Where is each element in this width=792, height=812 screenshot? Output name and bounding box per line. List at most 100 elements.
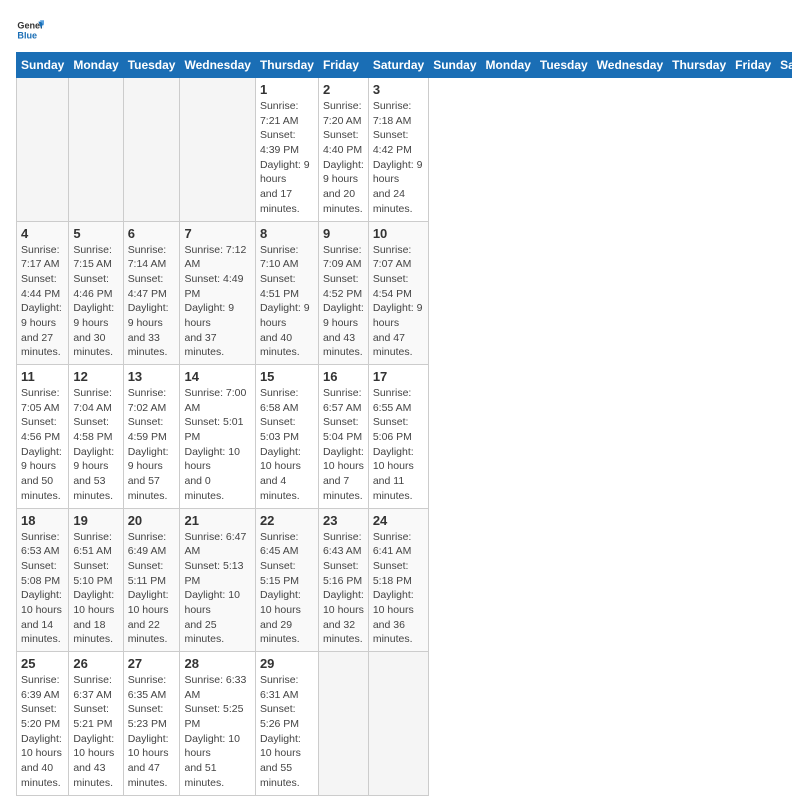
day-number: 11 [21, 369, 64, 384]
weekday-header: Saturday [368, 53, 428, 78]
calendar-week-row: 18 Sunrise: 6:53 AMSunset: 5:08 PMDayligh… [17, 508, 792, 652]
day-number: 15 [260, 369, 314, 384]
calendar-day-cell [123, 78, 180, 222]
calendar-day-cell: 29Sunrise: 6:31 AMSunset: 5:26 PMDayligh… [255, 652, 318, 796]
day-number: 3 [373, 82, 424, 97]
day-info: Sunrise: 6:53 AMSunset: 5:08 PMDaylight:… [21, 530, 64, 648]
calendar-week-row: 1Sunrise: 7:21 AMSunset: 4:39 PMDaylight… [17, 78, 792, 222]
day-number: 17 [373, 369, 424, 384]
calendar-day-cell: 9Sunrise: 7:09 AMSunset: 4:52 PMDaylight… [318, 221, 368, 365]
day-number: 21 [184, 513, 250, 528]
weekday-header: Monday [481, 53, 535, 78]
day-number: 24 [373, 513, 424, 528]
calendar-day-cell [69, 78, 123, 222]
day-info: Sunrise: 7:00 AMSunset: 5:01 PMDaylight:… [184, 386, 250, 504]
day-number: 28 [184, 656, 250, 671]
day-info: Sunrise: 6:58 AMSunset: 5:03 PMDaylight:… [260, 386, 314, 504]
weekday-header: Friday [318, 53, 368, 78]
day-info: Sunrise: 7:05 AMSunset: 4:56 PMDaylight:… [21, 386, 64, 504]
calendar-day-cell: 20Sunrise: 6:49 AMSunset: 5:11 PMDayligh… [123, 508, 180, 652]
day-info: Sunrise: 7:17 AMSunset: 4:44 PMDaylight:… [21, 243, 64, 361]
day-number: 6 [128, 226, 176, 241]
weekday-header: Wednesday [592, 53, 667, 78]
weekday-header: Saturday [776, 53, 792, 78]
calendar-week-row: 25Sunrise: 6:39 AMSunset: 5:20 PMDayligh… [17, 652, 792, 796]
day-info: Sunrise: 6:51 AMSunset: 5:10 PMDaylight:… [73, 530, 118, 648]
svg-text:Blue: Blue [17, 30, 37, 40]
day-number: 8 [260, 226, 314, 241]
weekday-header: Sunday [17, 53, 69, 78]
calendar-day-cell: 19Sunrise: 6:51 AMSunset: 5:10 PMDayligh… [69, 508, 123, 652]
calendar-day-cell: 17 Sunrise: 6:55 AMSunset: 5:06 PMDayligh… [368, 365, 428, 509]
calendar-week-row: 4Sunrise: 7:17 AMSunset: 4:44 PMDaylight… [17, 221, 792, 365]
page-header: General Blue [16, 16, 776, 44]
calendar-day-cell [180, 78, 255, 222]
calendar-day-cell: 18 Sunrise: 6:53 AMSunset: 5:08 PMDayligh… [17, 508, 69, 652]
day-info: Sunrise: 6:37 AMSunset: 5:21 PMDaylight:… [73, 673, 118, 791]
calendar-day-cell: 4Sunrise: 7:17 AMSunset: 4:44 PMDaylight… [17, 221, 69, 365]
day-number: 18 [21, 513, 64, 528]
day-info: Sunrise: 6:47 AMSunset: 5:13 PMDaylight:… [184, 530, 250, 648]
calendar-day-cell: 7 Sunrise: 7:12 AMSunset: 4:49 PMDaylight… [180, 221, 255, 365]
calendar-day-cell: 6Sunrise: 7:14 AMSunset: 4:47 PMDaylight… [123, 221, 180, 365]
day-number: 10 [373, 226, 424, 241]
weekday-header: Monday [69, 53, 123, 78]
logo: General Blue [16, 16, 44, 44]
weekday-header: Thursday [668, 53, 731, 78]
calendar-day-cell: 8 Sunrise: 7:10 AMSunset: 4:51 PMDaylight… [255, 221, 318, 365]
calendar-day-cell [368, 652, 428, 796]
day-number: 16 [323, 369, 364, 384]
weekday-header: Friday [731, 53, 776, 78]
day-number: 12 [73, 369, 118, 384]
calendar-week-row: 11 Sunrise: 7:05 AMSunset: 4:56 PMDayligh… [17, 365, 792, 509]
day-number: 7 [184, 226, 250, 241]
day-number: 14 [184, 369, 250, 384]
calendar-day-cell: 12 Sunrise: 7:04 AMSunset: 4:58 PMDayligh… [69, 365, 123, 509]
calendar-day-cell: 1Sunrise: 7:21 AMSunset: 4:39 PMDaylight… [255, 78, 318, 222]
calendar-day-cell: 2Sunrise: 7:20 AMSunset: 4:40 PMDaylight… [318, 78, 368, 222]
day-info: Sunrise: 7:12 AMSunset: 4:49 PMDaylight:… [184, 243, 250, 361]
day-info: Sunrise: 7:21 AMSunset: 4:39 PMDaylight:… [260, 99, 314, 217]
day-info: Sunrise: 7:10 AMSunset: 4:51 PMDaylight:… [260, 243, 314, 361]
weekday-header: Tuesday [535, 53, 592, 78]
day-info: Sunrise: 6:57 AMSunset: 5:04 PMDaylight:… [323, 386, 364, 504]
day-number: 2 [323, 82, 364, 97]
day-info: Sunrise: 6:41 AMSunset: 5:18 PMDaylight:… [373, 530, 424, 648]
day-info: Sunrise: 7:15 AMSunset: 4:46 PMDaylight:… [73, 243, 118, 361]
day-info: Sunrise: 6:43 AMSunset: 5:16 PMDaylight:… [323, 530, 364, 648]
day-info: Sunrise: 7:04 AMSunset: 4:58 PMDaylight:… [73, 386, 118, 504]
calendar-day-cell [318, 652, 368, 796]
calendar-day-cell: 13 Sunrise: 7:02 AMSunset: 4:59 PMDayligh… [123, 365, 180, 509]
day-number: 27 [128, 656, 176, 671]
calendar-day-cell: 23Sunrise: 6:43 AMSunset: 5:16 PMDayligh… [318, 508, 368, 652]
calendar-day-cell: 26 Sunrise: 6:37 AMSunset: 5:21 PMDayligh… [69, 652, 123, 796]
day-info: Sunrise: 7:07 AMSunset: 4:54 PMDaylight:… [373, 243, 424, 361]
weekday-header: Thursday [255, 53, 318, 78]
day-number: 13 [128, 369, 176, 384]
calendar-day-cell: 16 Sunrise: 6:57 AMSunset: 5:04 PMDayligh… [318, 365, 368, 509]
day-info: Sunrise: 6:39 AMSunset: 5:20 PMDaylight:… [21, 673, 64, 791]
calendar-day-cell: 3Sunrise: 7:18 AMSunset: 4:42 PMDaylight… [368, 78, 428, 222]
calendar-day-cell [17, 78, 69, 222]
day-info: Sunrise: 6:33 AMSunset: 5:25 PMDaylight:… [184, 673, 250, 791]
day-info: Sunrise: 7:02 AMSunset: 4:59 PMDaylight:… [128, 386, 176, 504]
calendar-day-cell: 15 Sunrise: 6:58 AMSunset: 5:03 PMDayligh… [255, 365, 318, 509]
weekday-header: Wednesday [180, 53, 255, 78]
day-number: 26 [73, 656, 118, 671]
day-number: 22 [260, 513, 314, 528]
day-info: Sunrise: 6:31 AMSunset: 5:26 PMDaylight:… [260, 673, 314, 791]
logo-icon: General Blue [16, 16, 44, 44]
calendar-day-cell: 21 Sunrise: 6:47 AMSunset: 5:13 PMDayligh… [180, 508, 255, 652]
day-number: 9 [323, 226, 364, 241]
calendar-day-cell: 11 Sunrise: 7:05 AMSunset: 4:56 PMDayligh… [17, 365, 69, 509]
weekday-header: Sunday [429, 53, 481, 78]
weekday-header: Tuesday [123, 53, 180, 78]
calendar-header-row: SundayMondayTuesdayWednesdayThursdayFrid… [17, 53, 792, 78]
calendar-day-cell: 10 Sunrise: 7:07 AMSunset: 4:54 PMDayligh… [368, 221, 428, 365]
calendar-day-cell: 14 Sunrise: 7:00 AMSunset: 5:01 PMDayligh… [180, 365, 255, 509]
day-info: Sunrise: 6:55 AMSunset: 5:06 PMDaylight:… [373, 386, 424, 504]
calendar-day-cell: 22Sunrise: 6:45 AMSunset: 5:15 PMDayligh… [255, 508, 318, 652]
calendar-day-cell: 27Sunrise: 6:35 AMSunset: 5:23 PMDayligh… [123, 652, 180, 796]
calendar-day-cell: 25Sunrise: 6:39 AMSunset: 5:20 PMDayligh… [17, 652, 69, 796]
calendar-day-cell: 5Sunrise: 7:15 AMSunset: 4:46 PMDaylight… [69, 221, 123, 365]
